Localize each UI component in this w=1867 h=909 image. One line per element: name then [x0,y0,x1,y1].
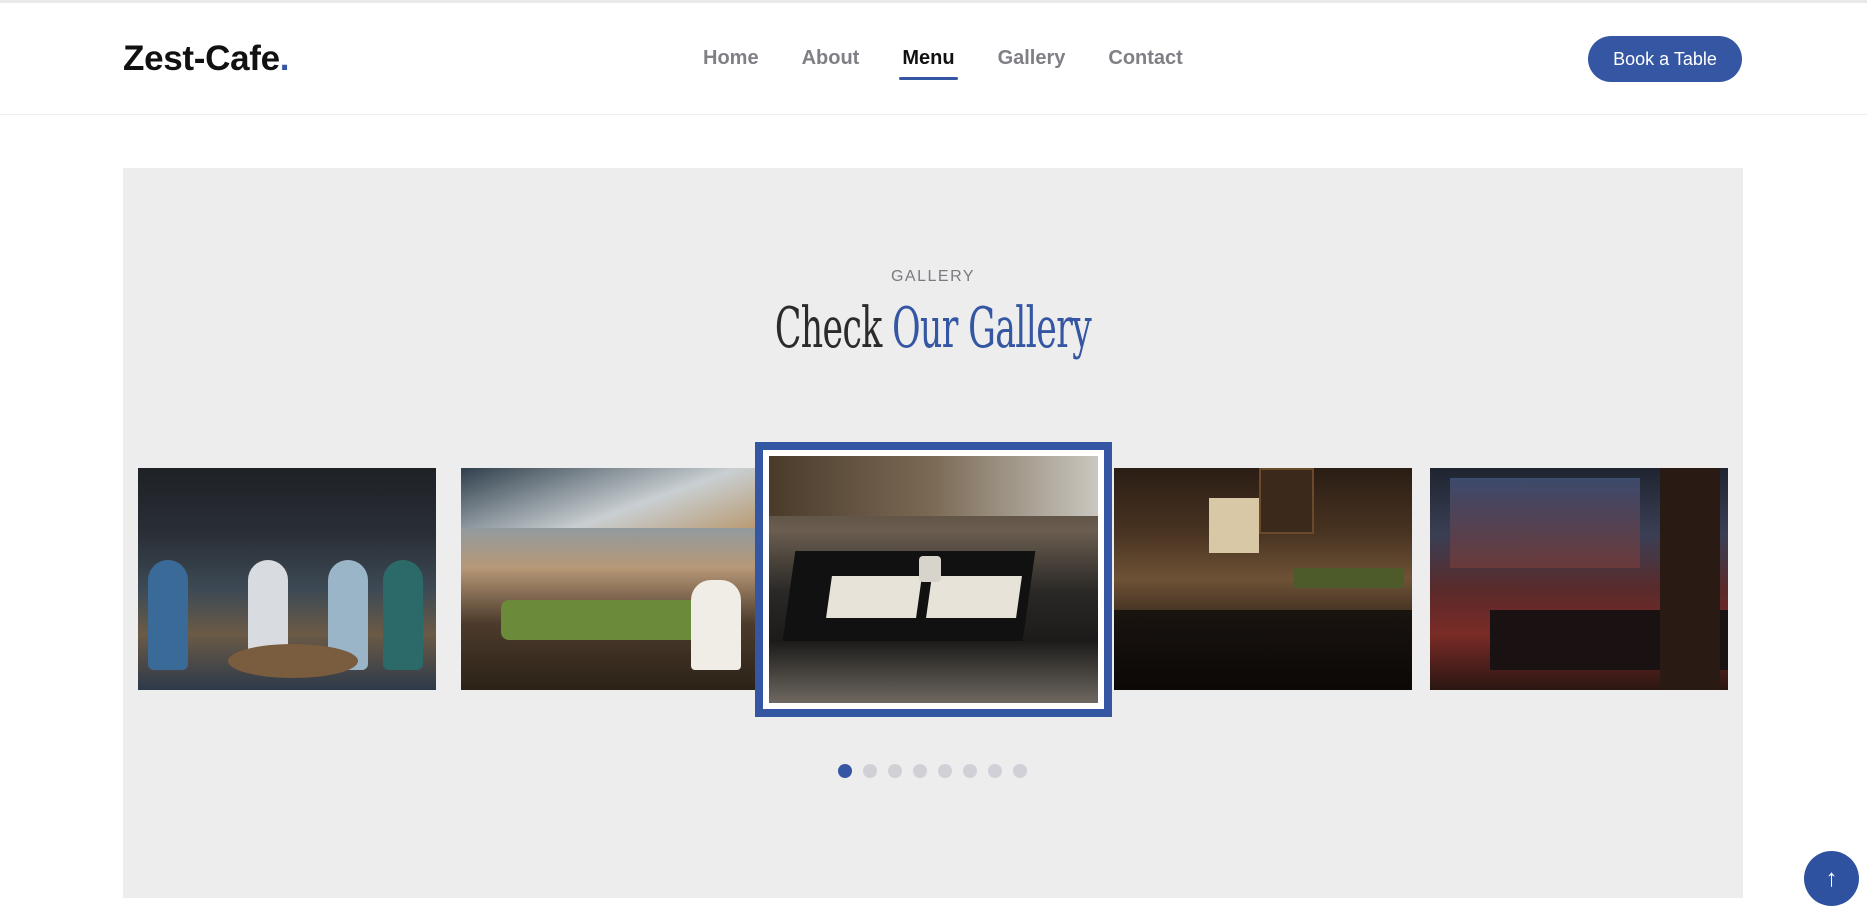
gallery-photo [461,468,759,690]
photo-detail [228,644,358,678]
nav-about[interactable]: About [802,47,860,80]
title-accent: Our Gallery [892,296,1092,361]
gallery-photo [1430,468,1728,690]
photo-detail [1259,468,1314,534]
photo-detail [919,556,941,582]
pagination-dot[interactable] [863,764,877,778]
logo-text: Zest-Cafe [123,39,280,78]
pagination-dot[interactable] [888,764,902,778]
pagination-dot[interactable] [938,764,952,778]
photo-detail [1114,610,1412,690]
pagination-dot[interactable] [913,764,927,778]
section-title: Check Our Gallery [431,296,1435,361]
gallery-slide-1[interactable] [138,468,436,690]
section-eyebrow: GALLERY [890,268,976,285]
pagination-dot[interactable] [1013,764,1027,778]
pagination-dot-active[interactable] [838,764,852,778]
photo-detail [383,560,423,670]
photo-detail [461,468,759,528]
main-nav: Home About Menu Gallery Contact [703,47,1226,80]
slide-frame [763,450,1104,709]
photo-detail [1209,498,1259,553]
logo[interactable]: Zest-Cafe. [123,39,290,79]
title-plain: Check [774,296,882,361]
photo-detail [1660,468,1720,690]
site-header: Zest-Cafe. Home About Menu Gallery Conta… [0,3,1867,115]
pagination-dot[interactable] [963,764,977,778]
photo-detail [501,600,701,640]
logo-dot: . [279,39,290,78]
photo-detail [1450,478,1640,568]
pagination-dot[interactable] [988,764,1002,778]
scroll-to-top-button[interactable]: ↑ [1804,851,1859,906]
gallery-photo [138,468,436,690]
gallery-slide-4[interactable] [1114,468,1412,690]
arrow-up-icon: ↑ [1825,865,1838,892]
nav-home[interactable]: Home [703,47,759,80]
gallery-slide-2[interactable] [461,468,759,690]
gallery-photo [1114,468,1412,690]
nav-menu[interactable]: Menu [899,47,958,80]
photo-detail [769,456,1098,516]
photo-detail [826,576,922,618]
gallery-section: GALLERY Check Our Gallery [123,168,1743,898]
gallery-slide-active[interactable] [755,442,1112,717]
gallery-pagination [838,764,1027,778]
gallery-slide-5[interactable] [1430,468,1728,690]
book-a-table-button[interactable]: Book a Table [1588,36,1742,82]
photo-detail [926,576,1022,618]
photo-detail [691,580,741,670]
nav-contact[interactable]: Contact [1108,47,1182,80]
photo-detail [148,560,188,670]
photo-detail [1294,568,1404,588]
nav-gallery[interactable]: Gallery [998,47,1066,80]
gallery-photo [769,456,1098,703]
